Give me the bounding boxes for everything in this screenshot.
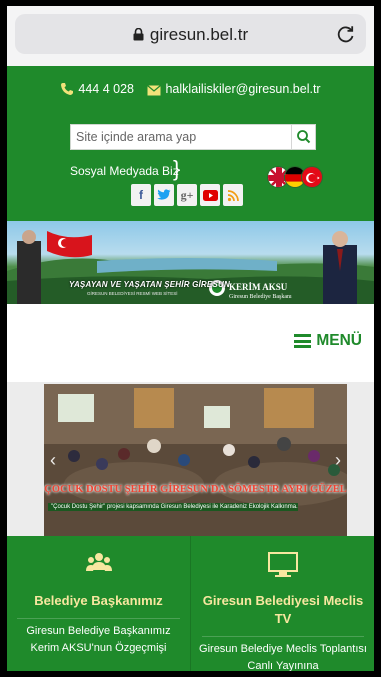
- lock-icon: [133, 28, 144, 41]
- youtube-button[interactable]: [200, 184, 220, 206]
- council-tv-card[interactable]: Giresun Belediyesi Meclis TV Giresun Bel…: [192, 536, 374, 671]
- google-plus-button[interactable]: g+: [177, 184, 197, 206]
- news-slider[interactable]: ‹ › ÇOCUK DOSTU ŞEHİR GİRESUN'DA SÖMESTR…: [44, 384, 347, 536]
- reload-icon[interactable]: [336, 24, 356, 44]
- quick-links: Belediye Başkanımız Giresun Belediye Baş…: [7, 536, 374, 671]
- people-icon: [85, 553, 112, 571]
- url-text: giresun.bel.tr: [149, 25, 249, 44]
- mayor-title: Giresun Belediye Başkanı: [229, 294, 292, 300]
- council-tv-card-text: Giresun Belediye Meclis Toplantısı Canlı…: [199, 643, 367, 671]
- slider-summary[interactable]: "Çocuk Dostu Şehir" projesi kapsamında G…: [48, 503, 298, 511]
- social-media-label: Sosyal Medyada Biz: [70, 164, 179, 178]
- search-button[interactable]: [291, 125, 315, 149]
- card-divider: [202, 636, 364, 637]
- turkish-flag-icon: [302, 167, 322, 187]
- phone-link[interactable]: 444 4 028: [60, 82, 134, 96]
- phone-number: 444 4 028: [78, 82, 134, 96]
- url-display[interactable]: giresun.bel.tr: [15, 25, 366, 45]
- mayor-name: KERİM AKSU: [229, 282, 288, 292]
- mail-icon: [147, 85, 162, 96]
- contact-bar: 444 4 028 halklailiskiler@giresun.bel.tr: [7, 82, 374, 96]
- search-form: [70, 124, 316, 150]
- mayor-card-title: Belediye Başkanımız: [34, 593, 163, 608]
- rss-button[interactable]: [223, 184, 243, 206]
- nav-bar: MENÜ: [7, 304, 374, 382]
- language-turkish[interactable]: [301, 166, 323, 188]
- menu-label: MENÜ: [316, 332, 362, 349]
- mayor-card[interactable]: Belediye Başkanımız Giresun Belediye Baş…: [7, 536, 191, 671]
- slider-photo: [44, 384, 347, 536]
- twitter-button[interactable]: [154, 184, 174, 206]
- email-address: halklailiskiler@giresun.bel.tr: [165, 82, 321, 96]
- monitor-icon: [268, 552, 298, 577]
- youtube-icon: [202, 189, 218, 201]
- facebook-icon: f: [139, 188, 143, 202]
- social-brace: }: [173, 156, 181, 181]
- search-input[interactable]: [71, 125, 291, 149]
- phone-icon: [61, 83, 74, 95]
- rss-icon: [227, 189, 239, 201]
- hamburger-icon: [294, 334, 312, 348]
- twitter-icon: [157, 189, 171, 200]
- header-banner: YAŞAYAN VE YAŞATAN ŞEHİR GİRESUN GİRESUN…: [7, 221, 374, 304]
- search-icon: [297, 130, 311, 144]
- slider-caption[interactable]: ÇOCUK DOSTU ŞEHİR GİRESUN'DA SÖMESTR AYR…: [44, 484, 347, 495]
- slider-next-button[interactable]: ›: [335, 450, 341, 471]
- menu-button[interactable]: MENÜ: [294, 332, 362, 350]
- facebook-button[interactable]: f: [131, 184, 151, 206]
- phone-screen: giresun.bel.tr 444 4 028 halklailiskiler…: [7, 6, 374, 671]
- card-divider: [17, 618, 180, 619]
- site-header: 444 4 028 halklailiskiler@giresun.bel.tr…: [7, 66, 374, 221]
- banner-slogan-sub: GİRESUN BELEDİYESİ RESMİ WEB SİTESİ: [87, 291, 178, 296]
- address-bar[interactable]: giresun.bel.tr: [15, 14, 366, 54]
- google-plus-icon: g+: [180, 187, 194, 202]
- council-tv-card-title: Giresun Belediyesi Meclis TV: [202, 593, 364, 626]
- banner-slogan: YAŞAYAN VE YAŞATAN ŞEHİR GİRESUN: [69, 280, 230, 289]
- browser-toolbar: giresun.bel.tr: [7, 6, 374, 66]
- banner-image: [7, 230, 374, 304]
- email-link[interactable]: halklailiskiler@giresun.bel.tr: [147, 82, 321, 96]
- mayor-card-text: Giresun Belediye Başkanımız Kerim AKSU'n…: [26, 625, 171, 654]
- slider-prev-button[interactable]: ‹: [50, 450, 56, 471]
